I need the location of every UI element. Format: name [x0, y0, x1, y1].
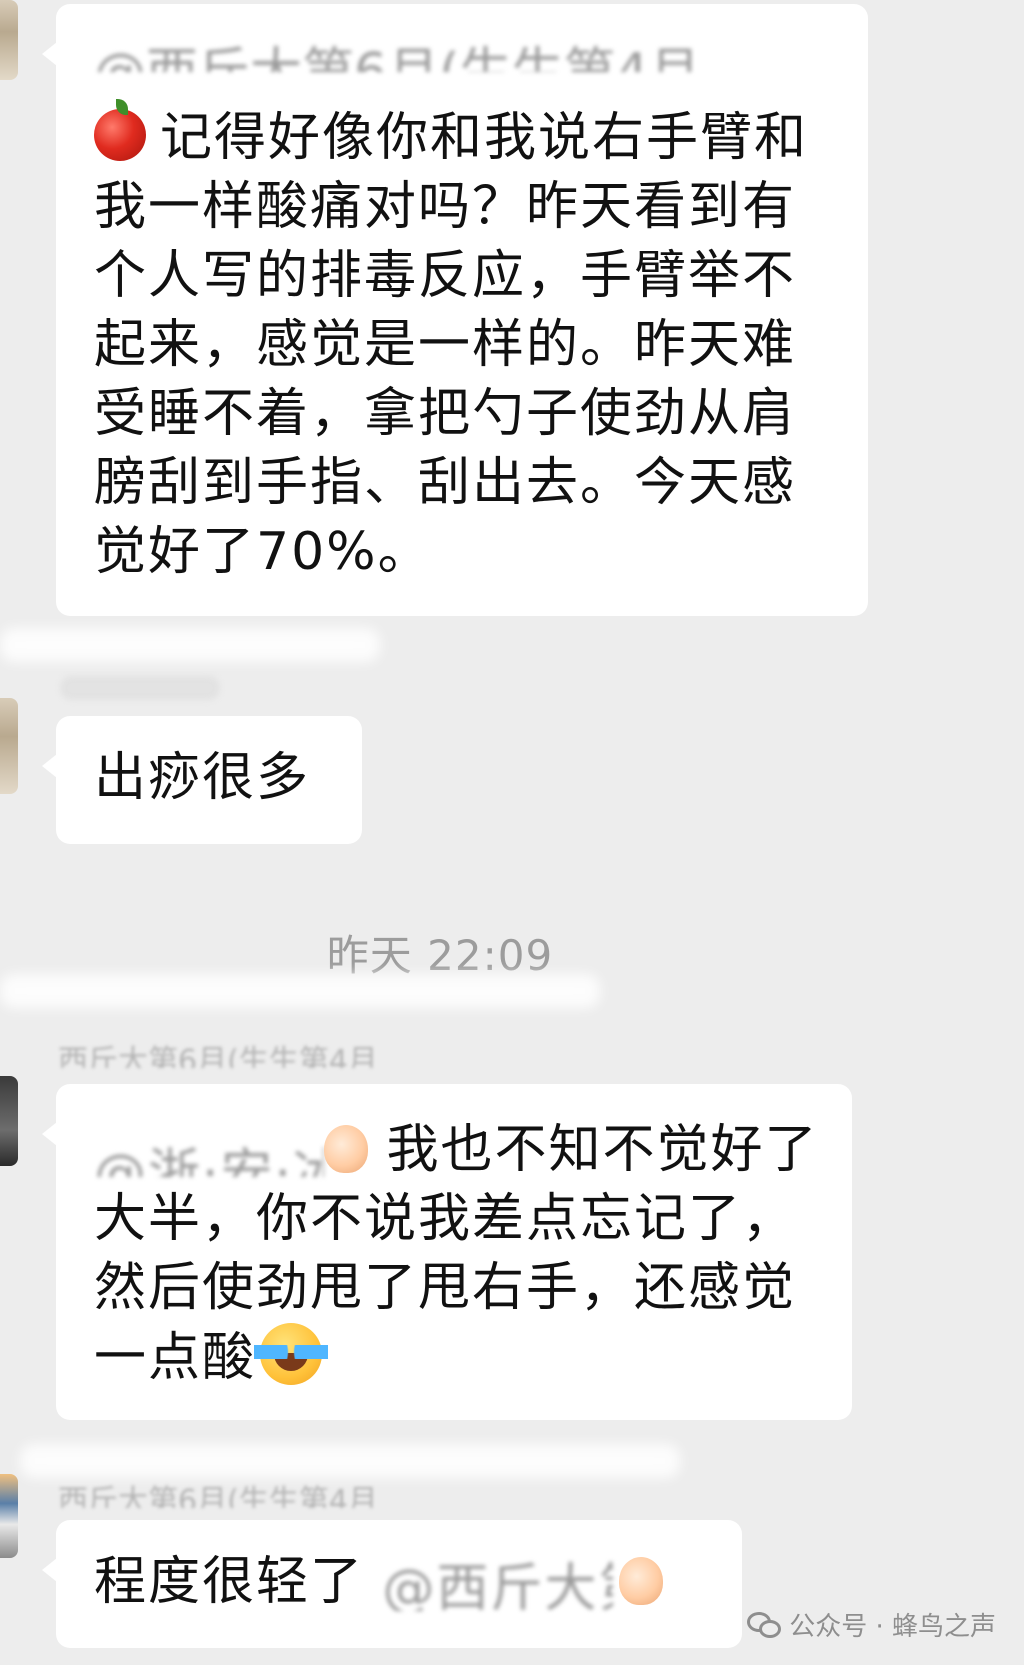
- message-text-1: 记得好像你和我说右手臂和我一样酸痛对吗？昨天看到有个人写的排毒反应，手臂举不起来…: [94, 99, 809, 582]
- sender-name: 西斤大第6月(生生第4月: [58, 1484, 378, 1508]
- message-bubble-2[interactable]: 出痧很多: [42, 716, 362, 844]
- message-bubble-4[interactable]: 程度很轻了 @西斤大第: [42, 1520, 742, 1648]
- watermark-text: 公众号 · 蜂鸟之声: [789, 1612, 996, 1642]
- bubble-tail: [42, 1122, 57, 1146]
- bubble-tail: [42, 1558, 57, 1582]
- avatar[interactable]: [0, 698, 18, 794]
- message-text-4: 程度很轻了 @西斤大第: [94, 1548, 663, 1617]
- mention-fragment: @浙·安·冰: [94, 1144, 324, 1177]
- message-text-2: 出痧很多: [94, 748, 311, 808]
- bubble-tail: [42, 42, 57, 66]
- avatar[interactable]: [0, 1076, 18, 1166]
- peach-emoji-icon: [618, 1557, 663, 1605]
- bubble-tail: [42, 754, 57, 778]
- laughing-emoji-icon: [254, 1323, 329, 1385]
- sender-smudge: [0, 974, 600, 1008]
- peach-emoji-icon: [324, 1125, 368, 1173]
- message-text-3: @浙·安·冰 我也不知不觉好了大半，你不说我差点忘记了，然后使劲甩了甩右手，还感…: [94, 1120, 819, 1388]
- avatar[interactable]: [0, 1474, 18, 1558]
- avatar[interactable]: [0, 0, 18, 80]
- wechat-icon: [747, 1611, 782, 1638]
- watermark: 公众号 · 蜂鸟之声: [747, 1606, 996, 1643]
- sender-smudge: [0, 628, 380, 662]
- sender-chip: [60, 676, 220, 700]
- mention-fragment: @西斤大第: [382, 1559, 613, 1611]
- message-bubble-1[interactable]: @西斤大第6月(生生第4月 记得好像你和我说右手臂和我一样酸痛对吗？昨天看到有个…: [42, 4, 868, 616]
- mention-fragment: @西斤大第6月(生生第4月: [94, 38, 834, 72]
- sender-smudge: [20, 1444, 680, 1478]
- message-bubble-3[interactable]: @浙·安·冰 我也不知不觉好了大半，你不说我差点忘记了，然后使劲甩了甩右手，还感…: [42, 1084, 852, 1420]
- sender-name: 西斤大第6月(生生第4月: [58, 1044, 378, 1068]
- apple-emoji-icon: [94, 99, 146, 161]
